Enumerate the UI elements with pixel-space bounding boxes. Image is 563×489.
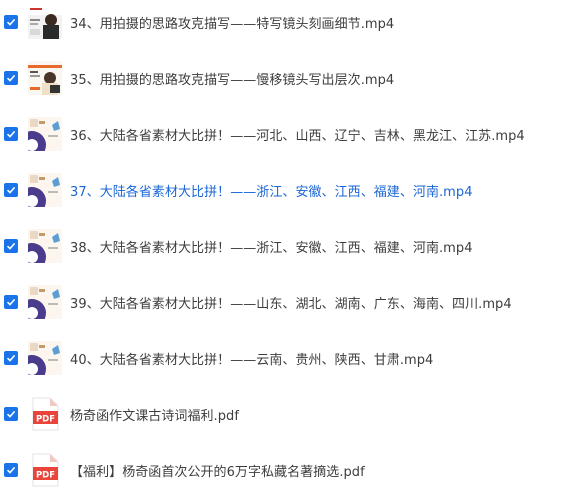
check-icon	[6, 466, 16, 474]
file-row-highlighted[interactable]: 37、大陆各省素材大比拼！——浙江、安徽、江西、福建、河南.mp4	[0, 162, 563, 218]
check-icon	[6, 18, 16, 26]
check-icon	[6, 186, 16, 194]
file-name[interactable]: 40、大陆各省素材大比拼！——云南、贵州、陕西、甘肃.mp4	[70, 349, 433, 368]
file-name[interactable]: 杨奇函作文课古诗词福利.pdf	[70, 405, 239, 424]
video-thumbnail	[28, 341, 62, 375]
map-thumbnail-icon	[28, 173, 62, 207]
check-icon	[6, 354, 16, 362]
file-row[interactable]: 34、用拍摄的思路攻克描写——特写镜头刻画细节.mp4	[0, 0, 563, 50]
pdf-file-icon: PDF	[32, 397, 59, 431]
file-row[interactable]: 35、用拍摄的思路攻克描写——慢移镜头写出层次.mp4	[0, 50, 563, 106]
file-name[interactable]: 35、用拍摄的思路攻克描写——慢移镜头写出层次.mp4	[70, 69, 394, 88]
file-name[interactable]: 34、用拍摄的思路攻克描写——特写镜头刻画细节.mp4	[70, 13, 394, 32]
svg-text:PDF: PDF	[36, 414, 55, 424]
lecture-thumbnail-icon	[28, 61, 62, 95]
pdf-file-icon: PDF	[32, 453, 59, 487]
pdf-thumbnail: PDF	[28, 397, 62, 431]
checkbox-checked[interactable]	[4, 183, 18, 197]
checkbox-checked[interactable]	[4, 295, 18, 309]
check-icon	[6, 130, 16, 138]
file-row[interactable]: 39、大陆各省素材大比拼！——山东、湖北、湖南、广东、海南、四川.mp4	[0, 274, 563, 330]
checkbox-checked[interactable]	[4, 351, 18, 365]
file-row[interactable]: 38、大陆各省素材大比拼！——浙江、安徽、江西、福建、河南.mp4	[0, 218, 563, 274]
svg-text:PDF: PDF	[36, 470, 55, 480]
video-thumbnail	[28, 5, 62, 39]
file-name[interactable]: 38、大陆各省素材大比拼！——浙江、安徽、江西、福建、河南.mp4	[70, 237, 473, 256]
checkbox-checked[interactable]	[4, 127, 18, 141]
video-thumbnail	[28, 173, 62, 207]
check-icon	[6, 410, 16, 418]
map-thumbnail-icon	[28, 341, 62, 375]
video-thumbnail	[28, 229, 62, 263]
file-row[interactable]: 40、大陆各省素材大比拼！——云南、贵州、陕西、甘肃.mp4	[0, 330, 563, 386]
file-name[interactable]: 36、大陆各省素材大比拼！——河北、山西、辽宁、吉林、黑龙江、江苏.mp4	[70, 125, 525, 144]
video-thumbnail	[28, 117, 62, 151]
file-name[interactable]: 37、大陆各省素材大比拼！——浙江、安徽、江西、福建、河南.mp4	[70, 181, 473, 200]
checkbox-checked[interactable]	[4, 407, 18, 421]
video-thumbnail	[28, 285, 62, 319]
video-thumbnail	[28, 61, 62, 95]
pdf-thumbnail: PDF	[28, 453, 62, 487]
lecture-thumbnail-icon	[28, 5, 62, 39]
check-icon	[6, 242, 16, 250]
file-row[interactable]: 36、大陆各省素材大比拼！——河北、山西、辽宁、吉林、黑龙江、江苏.mp4	[0, 106, 563, 162]
file-name[interactable]: 39、大陆各省素材大比拼！——山东、湖北、湖南、广东、海南、四川.mp4	[70, 293, 512, 312]
map-thumbnail-icon	[28, 285, 62, 319]
map-thumbnail-icon	[28, 117, 62, 151]
checkbox-checked[interactable]	[4, 15, 18, 29]
file-name[interactable]: 【福利】杨奇函首次公开的6万字私藏名著摘选.pdf	[70, 461, 365, 480]
checkbox-checked[interactable]	[4, 71, 18, 85]
check-icon	[6, 298, 16, 306]
check-icon	[6, 74, 16, 82]
file-list: 34、用拍摄的思路攻克描写——特写镜头刻画细节.mp4 35、用拍摄的思路攻克描…	[0, 0, 563, 489]
checkbox-checked[interactable]	[4, 463, 18, 477]
file-row[interactable]: PDF 杨奇函作文课古诗词福利.pdf	[0, 386, 563, 442]
file-row[interactable]: PDF 【福利】杨奇函首次公开的6万字私藏名著摘选.pdf	[0, 442, 563, 489]
map-thumbnail-icon	[28, 229, 62, 263]
checkbox-checked[interactable]	[4, 239, 18, 253]
